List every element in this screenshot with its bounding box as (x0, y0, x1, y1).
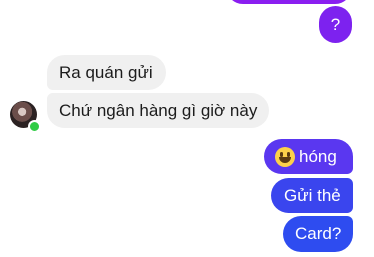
message-text: hóng (299, 146, 337, 166)
outgoing-message-bubble[interactable]: ? (319, 6, 352, 43)
outgoing-message-bubble[interactable] (226, 0, 352, 4)
message-text: Card? (295, 224, 342, 243)
message-text: ? (330, 15, 341, 34)
online-status-icon (28, 120, 41, 133)
outgoing-message-bubble[interactable]: Gửi thẻ (271, 178, 353, 213)
message-text: Gửi thẻ (284, 186, 341, 205)
outgoing-message-bubble[interactable]: Card? (283, 216, 353, 252)
grinning-face-icon (275, 147, 295, 167)
outgoing-message-bubble[interactable]: hóng (264, 139, 353, 174)
incoming-message-bubble[interactable]: Ra quán gửi (47, 55, 166, 90)
message-text: Ra quán gửi (59, 63, 153, 82)
incoming-message-bubble[interactable]: Chứ ngân hàng gì giờ này (47, 93, 270, 128)
message-text: Chứ ngân hàng gì giờ này (59, 101, 258, 120)
